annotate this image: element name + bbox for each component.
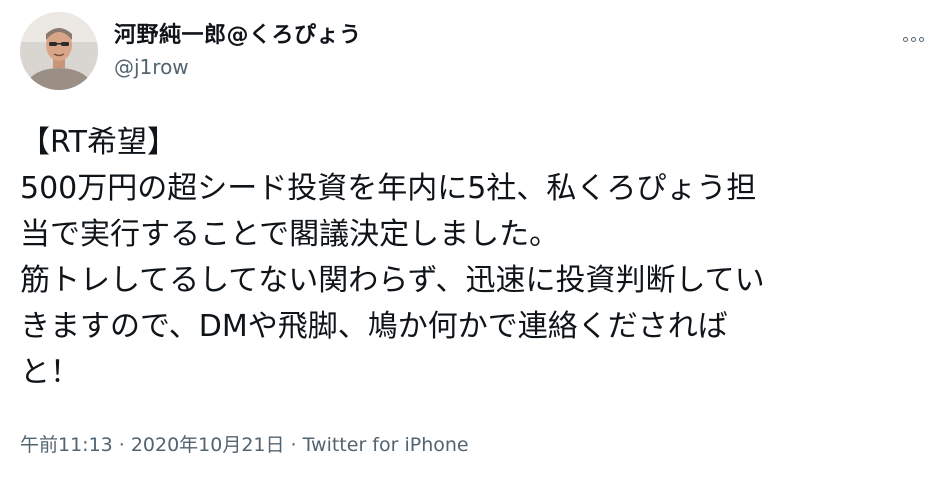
more-dot [902,36,908,42]
more-icon[interactable] [898,24,928,54]
tweet-line: きますので、DMや飛脚、鳩か何かで連絡くだされば [20,309,728,344]
tweet-line: 【RT希望】 [20,125,177,160]
avatar[interactable] [20,12,98,90]
tweet-card: 河野純一郎@くろぴょう @j1row 【RT希望】 500万円の超シード投資を年… [0,0,944,482]
tweet-meta: 午前11:13 · 2020年10月21日 · Twitter for iPhone [20,430,469,457]
display-name[interactable]: 河野純一郎@くろぴょう [114,17,362,49]
tweet-time[interactable]: 午前11:13 [20,434,113,456]
meta-separator: · [118,434,125,456]
profile-photo [20,12,98,90]
more-dot [918,36,924,42]
tweet-line: 当で実行することで閣議決定しました。 [20,217,560,252]
tweet-line: と！ [20,355,80,390]
tweet-date[interactable]: 2020年10月21日 [131,434,285,456]
tweet-source[interactable]: Twitter for iPhone [303,434,469,456]
meta-separator: · [290,434,297,456]
more-dot [910,36,916,42]
user-handle[interactable]: @j1row [114,55,189,79]
tweet-line: 筋トレしてるしてない関わらず、迅速に投資判断してい [20,263,765,298]
tweet-text: 【RT希望】 500万円の超シード投資を年内に5社、私くろぴょう担 当で実行する… [20,120,930,396]
tweet-line: 500万円の超シード投資を年内に5社、私くろぴょう担 [20,171,757,206]
